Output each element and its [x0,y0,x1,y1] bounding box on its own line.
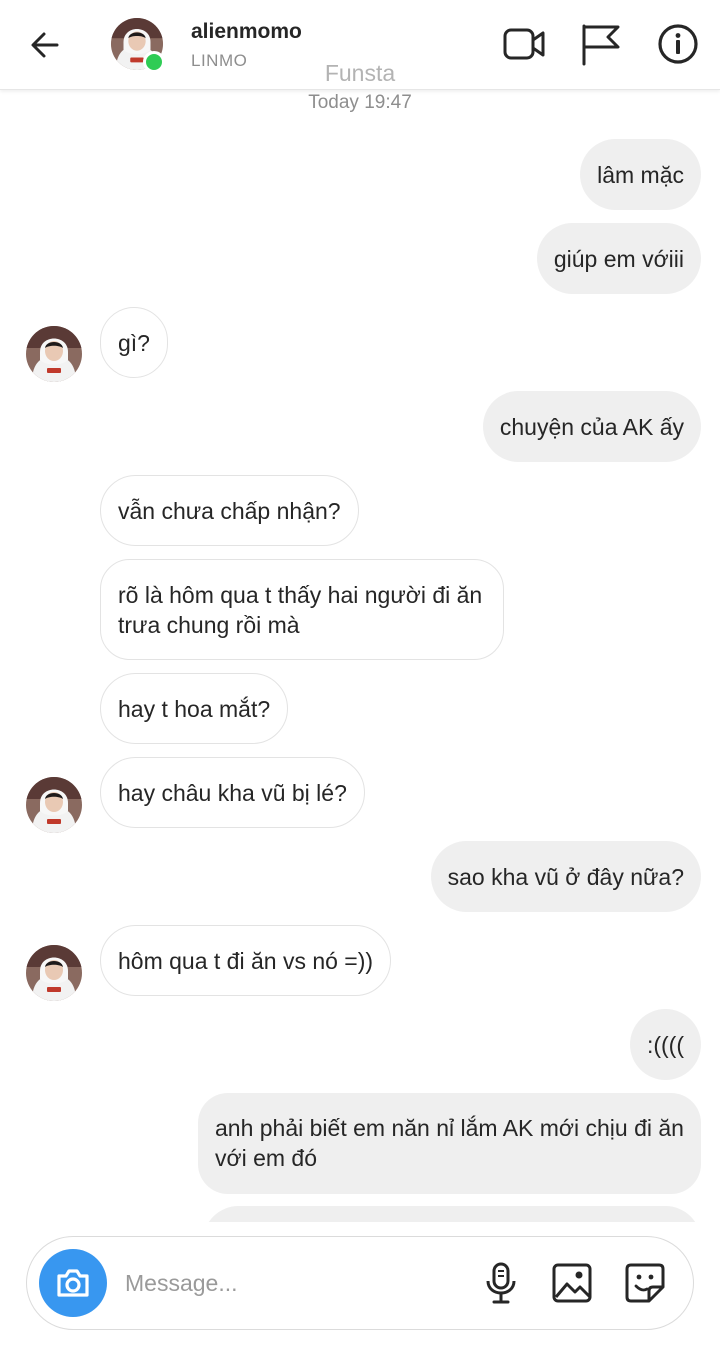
message-bubble-outgoing[interactable]: anh phải biết em năn nỉ lắm AK mới chịu … [198,1093,701,1194]
camera-icon [57,1269,89,1297]
message-bubble-outgoing[interactable]: chuyện của AK ấy [482,391,701,462]
message-bubble-incoming[interactable]: vẫn chưa chấp nhận? [100,475,359,546]
message-bubble-incoming[interactable]: gì? [100,307,168,378]
gallery-icon [552,1263,592,1303]
back-arrow-icon [31,32,59,58]
gallery-button[interactable] [548,1259,596,1307]
message-bubble-incoming[interactable]: hay châu kha vũ bị lé? [100,757,365,828]
message-bubble-outgoing[interactable]: sao kha vũ ở đây nữa? [430,841,701,912]
sender-avatar[interactable] [26,326,82,382]
message-bubble-outgoing[interactable]: giúp em vớiii [536,223,701,294]
message-bubble-outgoing[interactable]: :(((( [629,1009,701,1080]
sender-avatar[interactable] [26,945,82,1001]
microphone-icon [486,1262,516,1304]
sticker-button[interactable] [621,1259,669,1307]
sender-avatar[interactable] [26,777,82,833]
sticker-icon [625,1263,665,1303]
video-call-icon [503,28,545,60]
camera-button[interactable] [39,1249,107,1317]
message-bubble-incoming[interactable]: hôm qua t đi ăn vs nó =)) [100,925,392,996]
message-bubble-incoming[interactable]: hay t hoa mắt? [100,673,289,744]
info-icon [658,24,698,64]
voice-message-button[interactable] [477,1259,525,1307]
message-composer [26,1236,694,1330]
message-input[interactable] [125,1259,465,1307]
message-bubble-outgoing[interactable]: lâm mặc [580,139,701,210]
overlay-label: Funsta [324,60,396,86]
message-timestamp: Today 19:47 [308,92,412,113]
message-bubble-incoming[interactable]: rõ là hôm qua t thấy hai người đi ăn trư… [100,559,504,660]
username[interactable]: alienmomo [191,20,302,44]
